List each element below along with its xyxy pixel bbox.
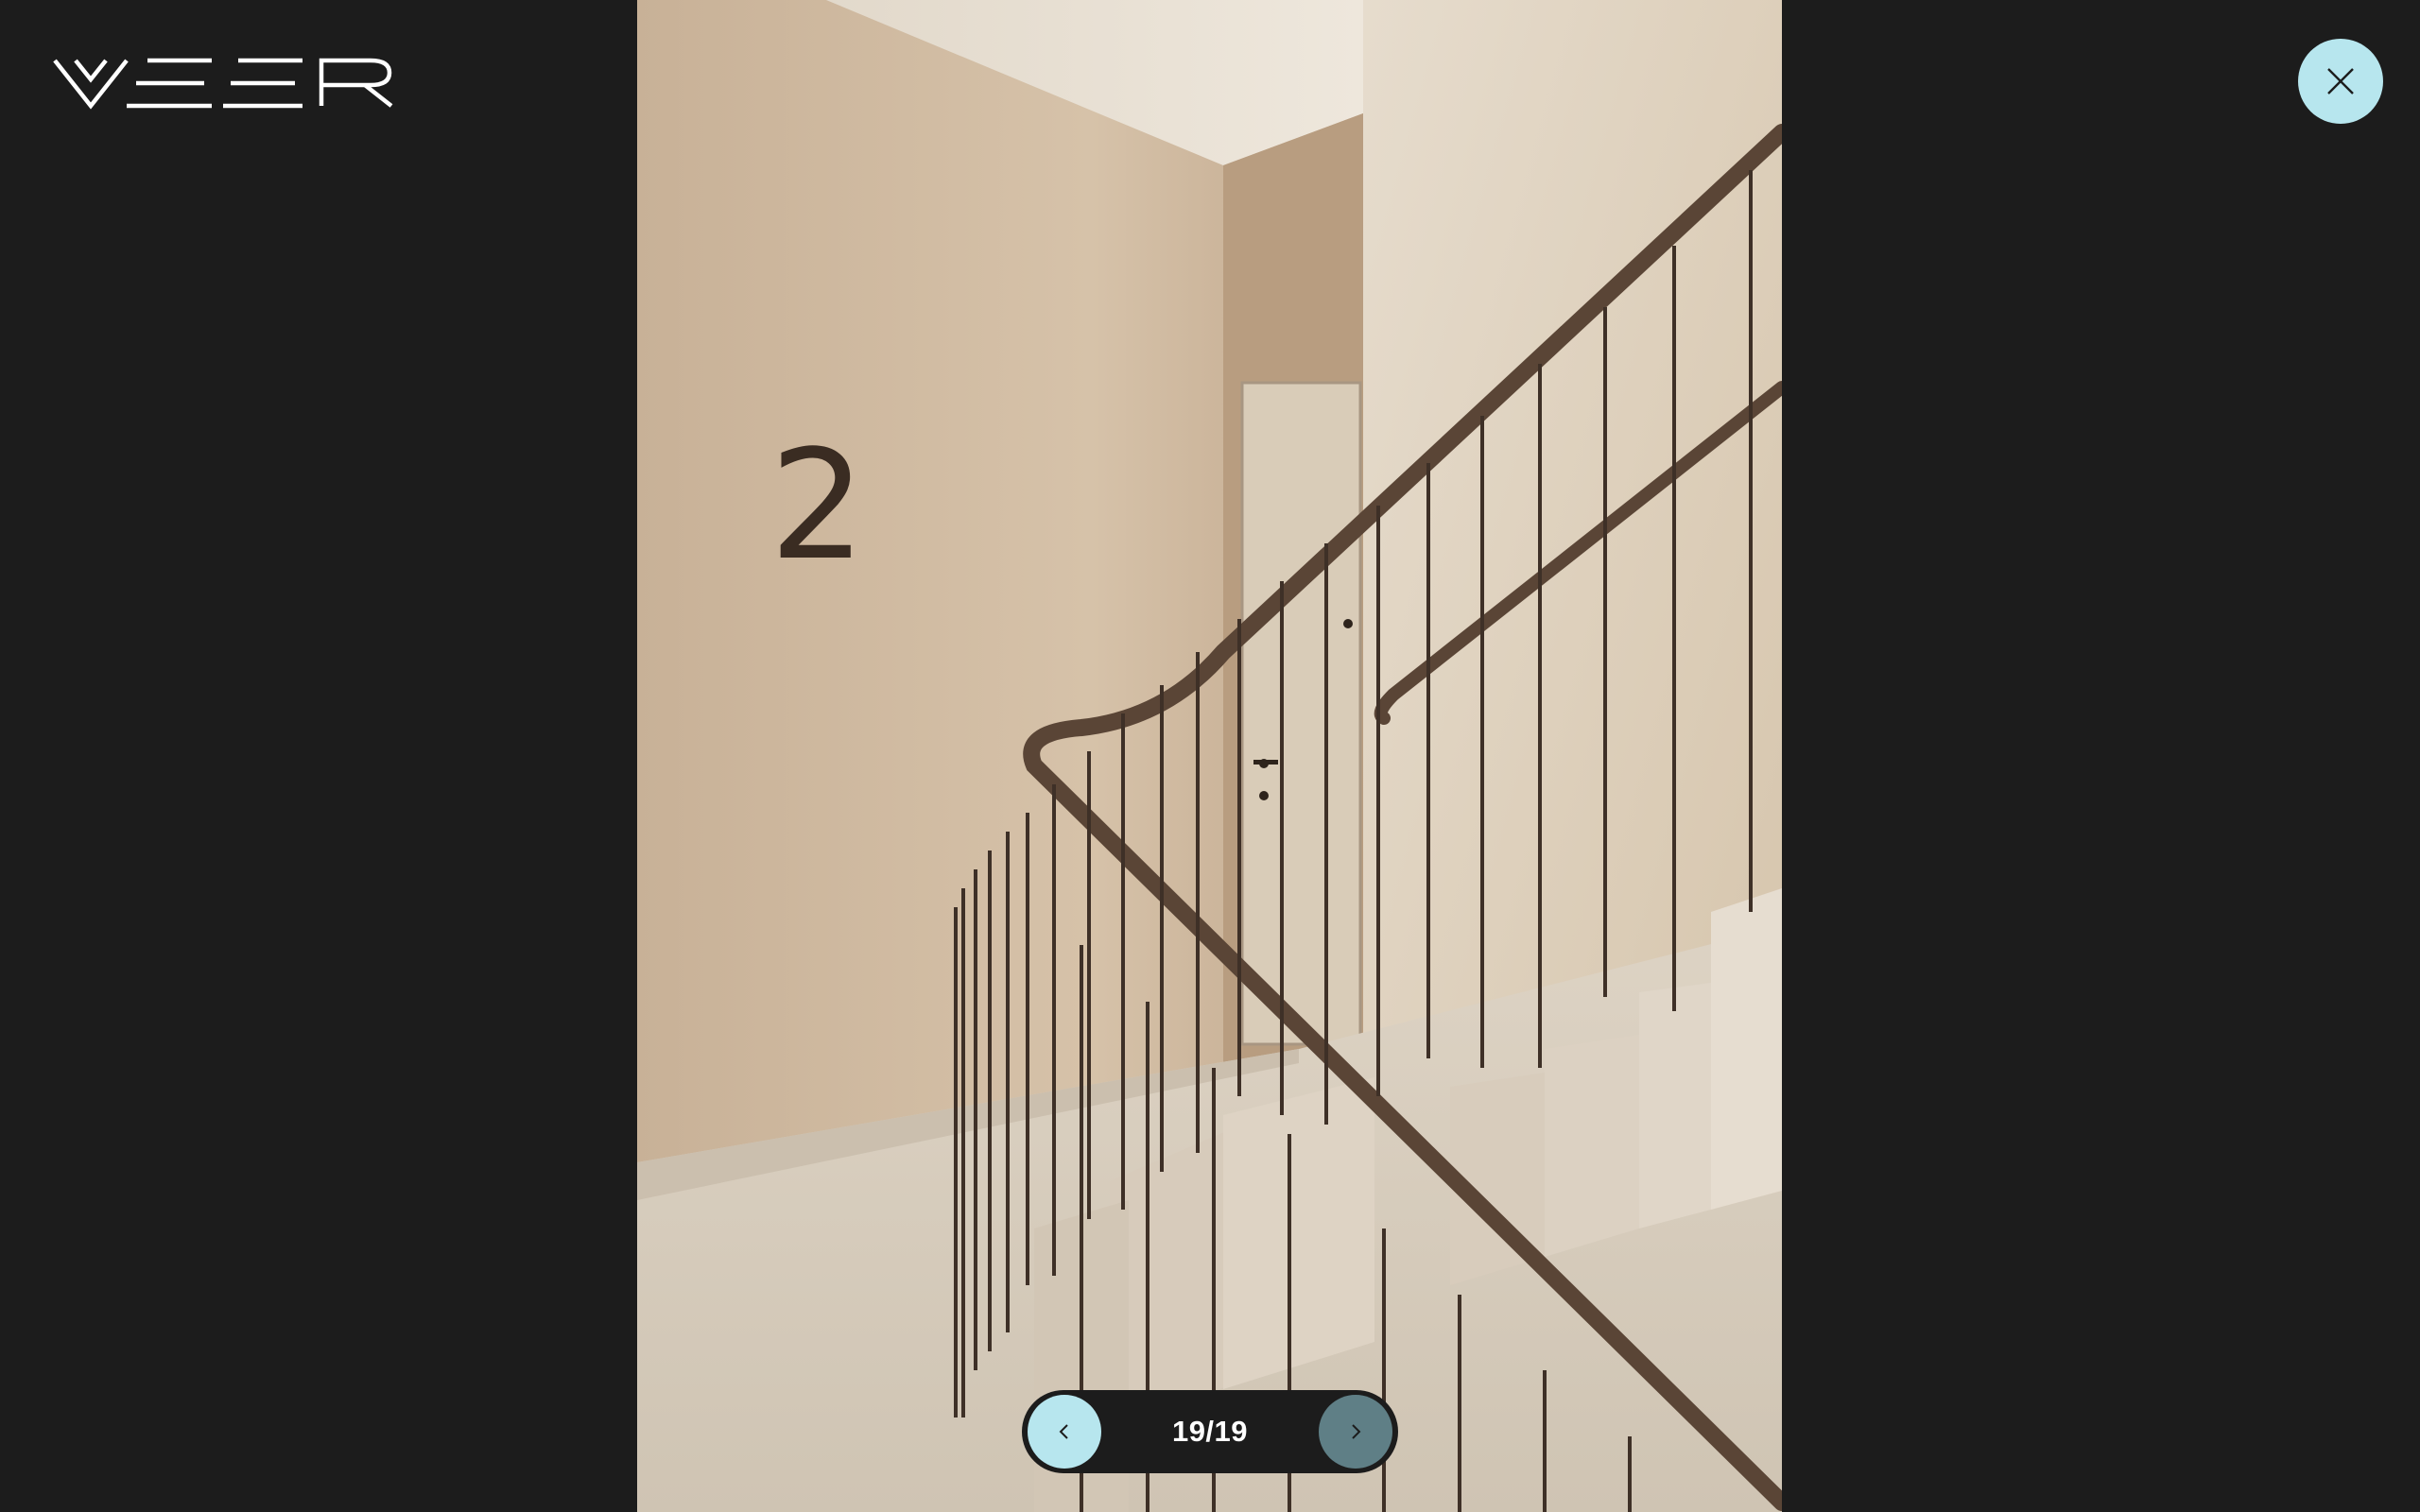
lightbox-viewer: 2 19/19 — [0, 0, 2420, 1512]
close-button[interactable] — [2298, 39, 2383, 124]
veer-logo[interactable] — [53, 57, 393, 110]
veer-logo-wordmark — [53, 58, 393, 110]
next-image-button[interactable] — [1319, 1395, 1392, 1469]
chevron-left-icon — [1059, 1424, 1068, 1439]
previous-image-button[interactable] — [1028, 1395, 1101, 1469]
chevron-right-icon — [1352, 1424, 1361, 1439]
staircase-photo: 2 — [637, 0, 1782, 1512]
close-icon — [2327, 68, 2354, 94]
floor-number: 2 — [769, 417, 866, 593]
gallery-image: 2 — [637, 0, 1782, 1512]
image-pager: 19/19 — [1022, 1390, 1398, 1473]
